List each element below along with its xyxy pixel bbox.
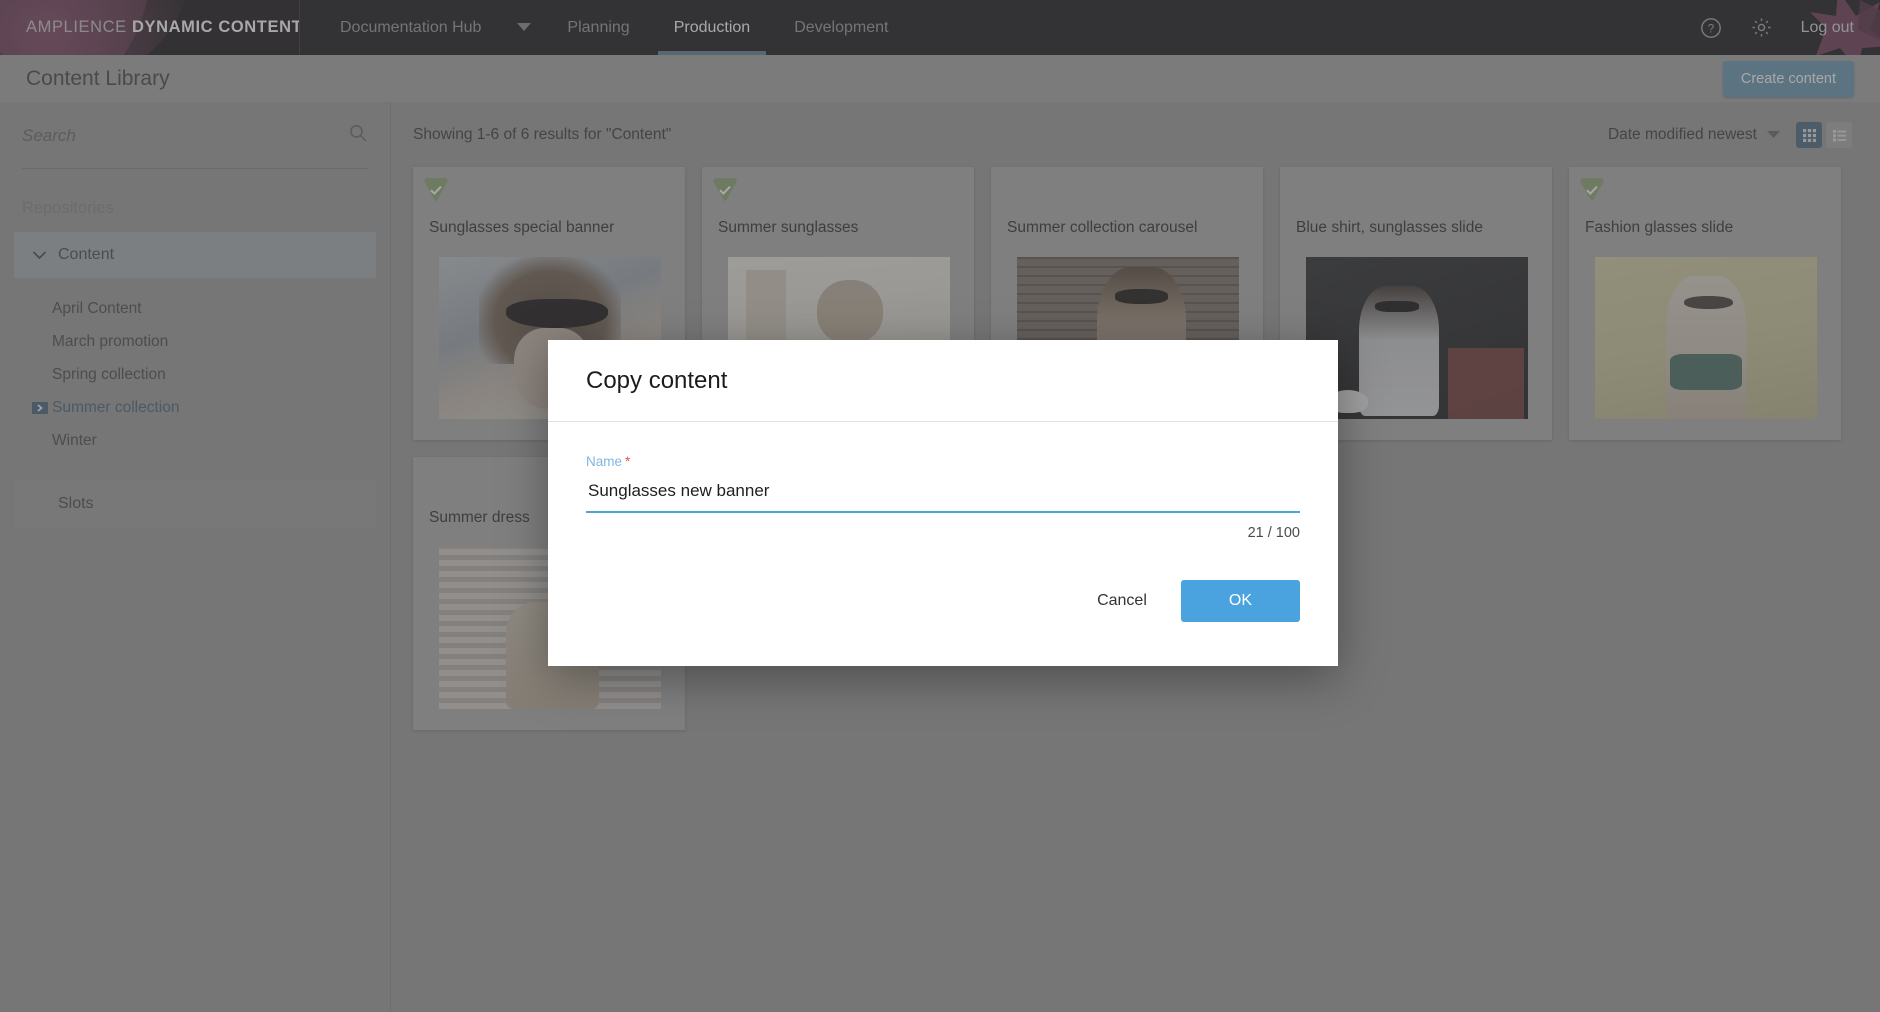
nav-label: Development: [794, 18, 889, 36]
dialog-body: Name* 21 / 100: [548, 422, 1338, 541]
page-header: Content Library Create content: [0, 55, 1880, 103]
sidebar-item-content-repository[interactable]: Content: [14, 232, 376, 278]
sort-label: Date modified newest: [1607, 126, 1757, 143]
search-input[interactable]: [22, 125, 348, 146]
chevron-right-icon[interactable]: [32, 400, 52, 416]
page-title: Content Library: [26, 66, 170, 90]
content-card[interactable]: Fashion glasses slide: [1569, 167, 1841, 440]
required-asterisk: *: [625, 454, 631, 469]
nav-label: Documentation Hub: [340, 18, 482, 36]
sidebar-item-march-promotion[interactable]: March promotion: [0, 325, 390, 358]
sidebar-item-summer-collection[interactable]: Summer collection: [0, 391, 390, 424]
published-status-icon: [1579, 177, 1605, 203]
nav-item-planning[interactable]: Planning: [545, 0, 651, 55]
sidebar-item-label: Content: [58, 246, 115, 263]
top-bar-actions: ? Log out: [1700, 0, 1880, 55]
nav-label: Production: [673, 18, 751, 36]
sidebar-item-label: Spring collection: [52, 365, 166, 383]
sidebar-item-label: Winter: [52, 431, 97, 449]
card-title: Summer collection carousel: [1007, 219, 1198, 236]
name-input[interactable]: [586, 469, 1300, 513]
search-icon[interactable]: [348, 123, 368, 148]
sidebar-item-label: April Content: [52, 299, 142, 317]
view-toggle: [1796, 122, 1852, 148]
name-field-label: Name *: [586, 454, 1300, 469]
published-status-icon: [423, 177, 449, 203]
sidebar-item-spring-collection[interactable]: Spring collection: [0, 358, 390, 391]
brand-strong: DYNAMIC CONTENT: [131, 18, 300, 36]
sidebar-item-label: Slots: [58, 495, 94, 512]
chevron-down-icon[interactable]: [32, 250, 58, 260]
top-navigation-bar: AMPLIENCE DYNAMIC CONTENT Documentation …: [0, 0, 1880, 55]
card-title: Fashion glasses slide: [1585, 219, 1734, 236]
nav-item-development[interactable]: Development: [772, 0, 910, 55]
card-title: Blue shirt, sunglasses slide: [1296, 219, 1483, 236]
svg-text:?: ?: [1707, 23, 1713, 35]
sidebar-item-label: Summer collection: [52, 398, 180, 416]
sidebar-item-april-content[interactable]: April Content: [0, 292, 390, 325]
brand-logo[interactable]: AMPLIENCE DYNAMIC CONTENT: [0, 0, 300, 55]
chevron-down-icon[interactable]: [503, 0, 545, 55]
card-title: Sunglasses special banner: [429, 219, 615, 236]
cancel-button[interactable]: Cancel: [1081, 581, 1163, 621]
dialog-header: Copy content: [548, 340, 1338, 422]
brand-text: AMPLIENCE DYNAMIC CONTENT: [26, 18, 300, 37]
help-circle-icon[interactable]: ?: [1700, 17, 1722, 39]
card-title: Summer sunglasses: [718, 219, 859, 236]
logout-button[interactable]: Log out: [1801, 19, 1854, 37]
sidebar-item-winter[interactable]: Winter: [0, 424, 390, 457]
primary-nav: Documentation Hub Planning Production De…: [300, 0, 910, 55]
nav-label: Planning: [567, 18, 630, 36]
card-thumbnail: [1595, 257, 1817, 419]
results-summary: Showing 1-6 of 6 results for "Content": [413, 126, 672, 143]
published-status-icon: [712, 177, 738, 203]
nav-item-production[interactable]: Production: [652, 0, 773, 55]
name-label-text: Name: [586, 454, 623, 469]
create-content-button[interactable]: Create content: [1722, 60, 1854, 97]
sidebar-item-slots[interactable]: Slots: [14, 481, 376, 527]
sort-dropdown[interactable]: Date modified newest: [1608, 126, 1780, 144]
list-view-icon[interactable]: [1826, 122, 1852, 148]
dialog-title: Copy content: [586, 366, 728, 394]
nav-item-documentation-hub[interactable]: Documentation Hub: [318, 0, 503, 55]
brand-prefix: AMPLIENCE: [26, 18, 132, 36]
search-row: [22, 103, 368, 169]
ok-button[interactable]: OK: [1180, 580, 1300, 622]
grid-view-icon[interactable]: [1796, 122, 1822, 148]
dialog-actions: Cancel OK: [548, 580, 1338, 666]
character-counter: 21 / 100: [1247, 525, 1300, 541]
chevron-down-icon: [1767, 126, 1780, 144]
sidebar: Repositories Content April Content: [0, 103, 390, 1012]
sidebar-item-label: March promotion: [52, 332, 169, 350]
copy-content-dialog: Copy content Name* 21 / 100 Cancel OK: [548, 340, 1338, 666]
content-toolbar: Showing 1-6 of 6 results for "Content" D…: [391, 103, 1880, 167]
sidebar-section-label: Repositories: [22, 199, 114, 217]
gear-icon[interactable]: [1750, 16, 1773, 39]
card-thumbnail: [1306, 257, 1528, 419]
